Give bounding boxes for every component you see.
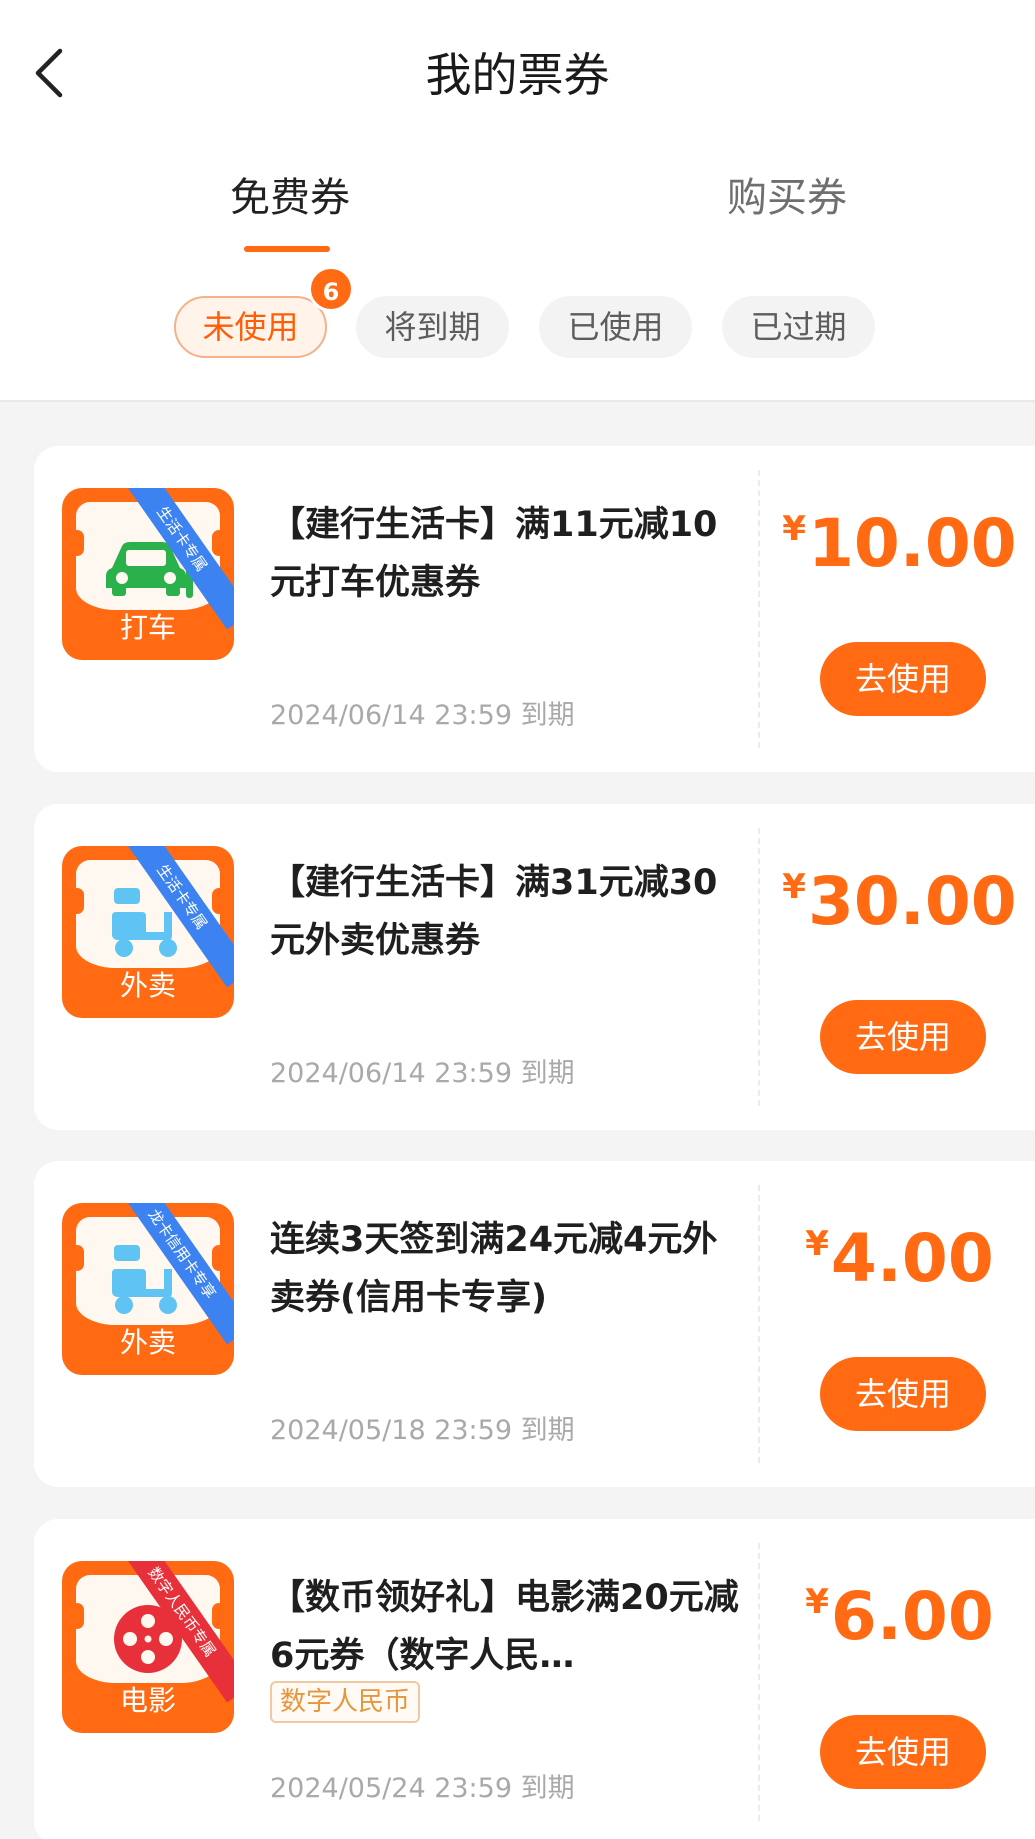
coupon-amount: ¥6.00 — [805, 1578, 994, 1655]
category-label: 外卖 — [119, 1326, 176, 1359]
category-label: 外卖 — [119, 969, 176, 1002]
coupon-card[interactable]: 数字人民币专属 电影 【数币领好礼】电影满20元减6元券（数字人民… 数字人民币… — [34, 1519, 1035, 1839]
coupon-category-badge: 生活卡专属 外卖 — [62, 846, 234, 1018]
coupon-expiry: 2024/05/24 23:59 到期 — [270, 1773, 575, 1804]
coupon-amount: ¥4.00 — [805, 1220, 994, 1297]
filter-unused[interactable]: 未使用 — [174, 296, 327, 358]
filter-expiring-soon[interactable]: 将到期 — [356, 296, 509, 358]
coupon-title: 【数币领好礼】电影满20元减6元券（数字人民… — [270, 1578, 739, 1676]
coupon-amount: ¥10.00 — [782, 505, 1017, 582]
coupon-expiry: 2024/06/14 23:59 到期 — [270, 700, 575, 731]
category-label: 打车 — [119, 611, 176, 644]
use-coupon-button[interactable]: 去使用 — [820, 1357, 986, 1431]
coupon-expiry: 2024/06/14 23:59 到期 — [270, 1058, 575, 1089]
category-label: 电影 — [119, 1684, 176, 1717]
coupon-card[interactable]: 龙卡信用卡专享 外卖 连续3天签到满24元减4元外卖券(信用卡专享) 2024/… — [34, 1161, 1035, 1487]
coupon-category-badge: 生活卡专属 打车 — [62, 488, 234, 660]
filter-used[interactable]: 已使用 — [539, 296, 692, 358]
coupon-title: 连续3天签到满24元减4元外卖券(信用卡专享) — [270, 1220, 718, 1318]
coupon-title: 【建行生活卡】满31元减30元外卖优惠券 — [270, 863, 718, 961]
use-coupon-button[interactable]: 去使用 — [820, 642, 986, 716]
use-coupon-button[interactable]: 去使用 — [820, 1000, 986, 1074]
tab-purchased-coupons[interactable]: 购买券 — [677, 166, 897, 230]
coupon-divider — [758, 470, 760, 748]
coupon-category-badge: 龙卡信用卡专享 外卖 — [62, 1203, 234, 1375]
tab-free-coupons[interactable]: 免费券 — [180, 166, 400, 230]
page-title: 我的票券 — [425, 48, 610, 102]
coupon-divider — [758, 1543, 760, 1821]
coupon-title: 【建行生活卡】满11元减10元打车优惠券 — [270, 505, 718, 603]
filter-expired[interactable]: 已过期 — [722, 296, 875, 358]
coupon-category-badge: 数字人民币专属 电影 — [62, 1561, 234, 1733]
coupon-expiry: 2024/05/18 23:59 到期 — [270, 1415, 575, 1446]
coupon-amount: ¥30.00 — [782, 863, 1017, 940]
unused-count-badge: 6 — [308, 266, 354, 312]
coupon-divider — [758, 828, 760, 1106]
active-tab-indicator — [244, 246, 330, 252]
coupon-card[interactable]: 生活卡专属 打车 【建行生活卡】满11元减10元打车优惠券 2024/06/14… — [34, 446, 1035, 772]
payment-tag: 数字人民币 — [270, 1681, 421, 1723]
coupon-divider — [758, 1185, 760, 1463]
header-area: 我的票券 免费券 购买券 未使用 6 将到期 已使用 已过期 — [0, 0, 1035, 402]
coupon-card[interactable]: 生活卡专属 外卖 【建行生活卡】满31元减30元外卖优惠券 2024/06/14… — [34, 804, 1035, 1130]
use-coupon-button[interactable]: 去使用 — [820, 1715, 986, 1789]
